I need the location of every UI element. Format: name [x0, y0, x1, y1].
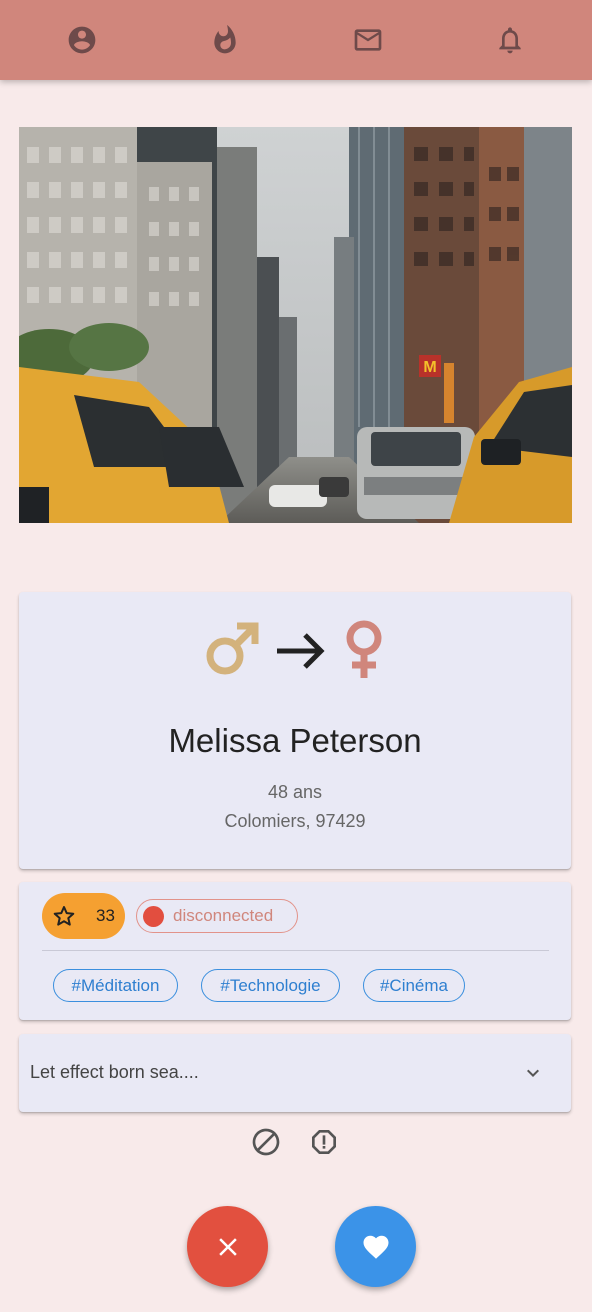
male-icon [206, 622, 259, 675]
divider [42, 950, 549, 951]
secondary-actions [0, 1126, 592, 1158]
arrow-right-icon [277, 633, 325, 669]
nav-messages-button[interactable] [348, 20, 388, 60]
close-icon [218, 1237, 237, 1256]
account-circle-icon [68, 26, 96, 54]
bell-icon [499, 27, 521, 54]
heart-icon [363, 1235, 388, 1259]
status-text: disconnected [173, 906, 274, 925]
interest-tag[interactable]: #Technologie [201, 969, 340, 1002]
profile-name: Melissa Peterson [168, 722, 422, 759]
report-icon[interactable] [308, 1126, 340, 1158]
interest-tag[interactable]: #Méditation [53, 969, 178, 1002]
profile-location: Colomiers, 97429 [224, 811, 366, 831]
status-chip: disconnected [136, 899, 298, 933]
flame-icon [214, 24, 236, 54]
score-value: 33 [96, 906, 115, 925]
nav-matches-button[interactable] [205, 20, 245, 60]
stats-tags-card: 33 disconnected #Méditation #Technologie… [19, 882, 571, 1020]
nav-notifications-button[interactable] [490, 20, 530, 60]
bio-accordion[interactable]: Let effect born sea.... [19, 1034, 571, 1112]
block-icon[interactable] [250, 1126, 282, 1158]
profile-age: 48 ans [267, 782, 323, 802]
status-dot [143, 905, 164, 927]
bio-preview: Let effect born sea.... [30, 1062, 199, 1082]
score-chip: 33 [42, 893, 125, 939]
city-street-image: M [19, 127, 572, 523]
chevron-down-icon[interactable] [521, 1061, 545, 1085]
profile-card: Melissa Peterson 48 ans Colomiers, 97429 [19, 592, 571, 869]
orientation-row [19, 614, 571, 684]
female-icon [346, 620, 382, 678]
like-button[interactable] [335, 1206, 416, 1287]
mail-icon [354, 29, 382, 51]
interest-tag[interactable]: #Cinéma [363, 969, 465, 1002]
top-nav-bar [0, 0, 592, 80]
profile-photo: M [19, 127, 572, 523]
svg-text:M: M [423, 359, 436, 376]
star-icon [53, 906, 75, 926]
dislike-button[interactable] [187, 1206, 268, 1287]
nav-profile-button[interactable] [62, 20, 102, 60]
